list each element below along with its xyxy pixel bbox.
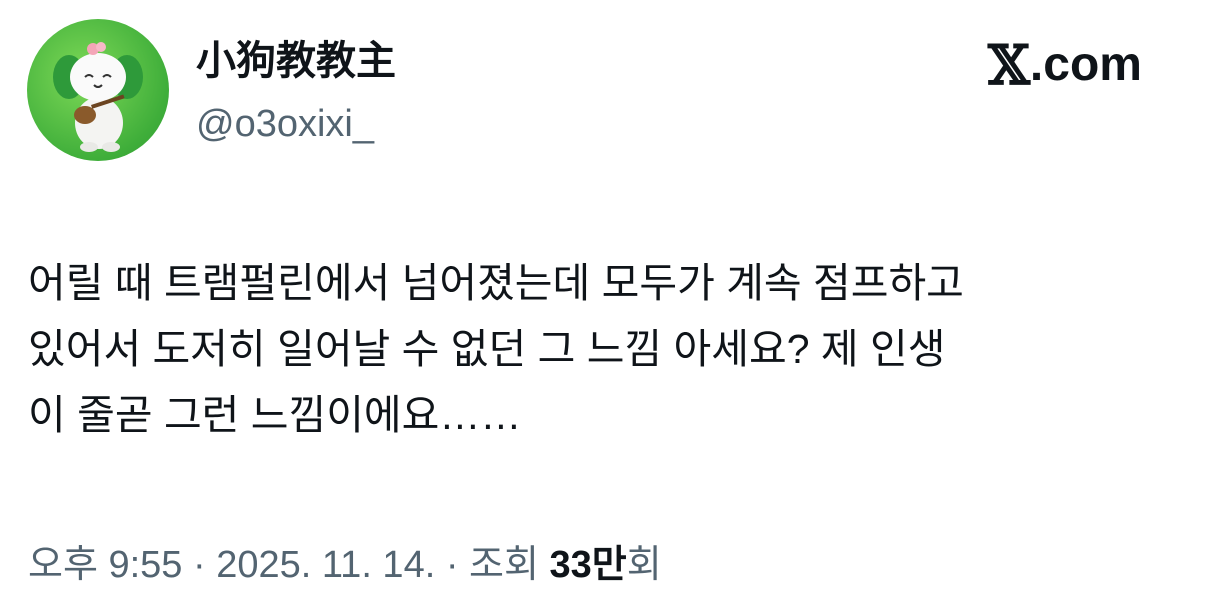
tweet-date[interactable]: 2025. 11. 14.: [216, 544, 435, 586]
tweet-meta: 오후 9:55 · 2025. 11. 14. · 조회 33만회: [28, 540, 662, 590]
x-logo-icon: 𝕏: [988, 33, 1030, 97]
views-count: 33만: [549, 544, 627, 586]
author-display-name[interactable]: 小狗教教主: [196, 36, 396, 86]
mascot-avatar-icon: [53, 42, 143, 152]
views-label: 조회: [469, 544, 550, 586]
author-handle[interactable]: @o3oxixi_: [196, 100, 374, 148]
tweet-text-line: 이 줄곧 그런 느낌이에요……: [28, 392, 522, 438]
tweet-card: 小狗教教主 @o3oxixi_ 𝕏 .com 어릴 때 트램펄린에서 넘어졌는데…: [0, 0, 1206, 611]
tweet-text-line: 있어서 도저히 일어날 수 없던 그 느낌 아세요? 제 인생: [28, 326, 946, 372]
x-domain-label: .com: [1029, 38, 1142, 91]
avatar[interactable]: [27, 19, 169, 161]
views-suffix: 회: [626, 544, 662, 586]
tweet-text-line: 어릴 때 트램펄린에서 넘어졌는데 모두가 계속 점프하고: [28, 260, 964, 306]
meta-separator: ·: [435, 544, 470, 586]
meta-separator: ·: [182, 544, 217, 586]
tweet-text: 어릴 때 트램펄린에서 넘어졌는데 모두가 계속 점프하고 있어서 도저히 일어…: [28, 250, 1188, 448]
tweet-time[interactable]: 오후 9:55: [28, 544, 182, 586]
x-com-logo: 𝕏 .com: [988, 38, 1142, 92]
